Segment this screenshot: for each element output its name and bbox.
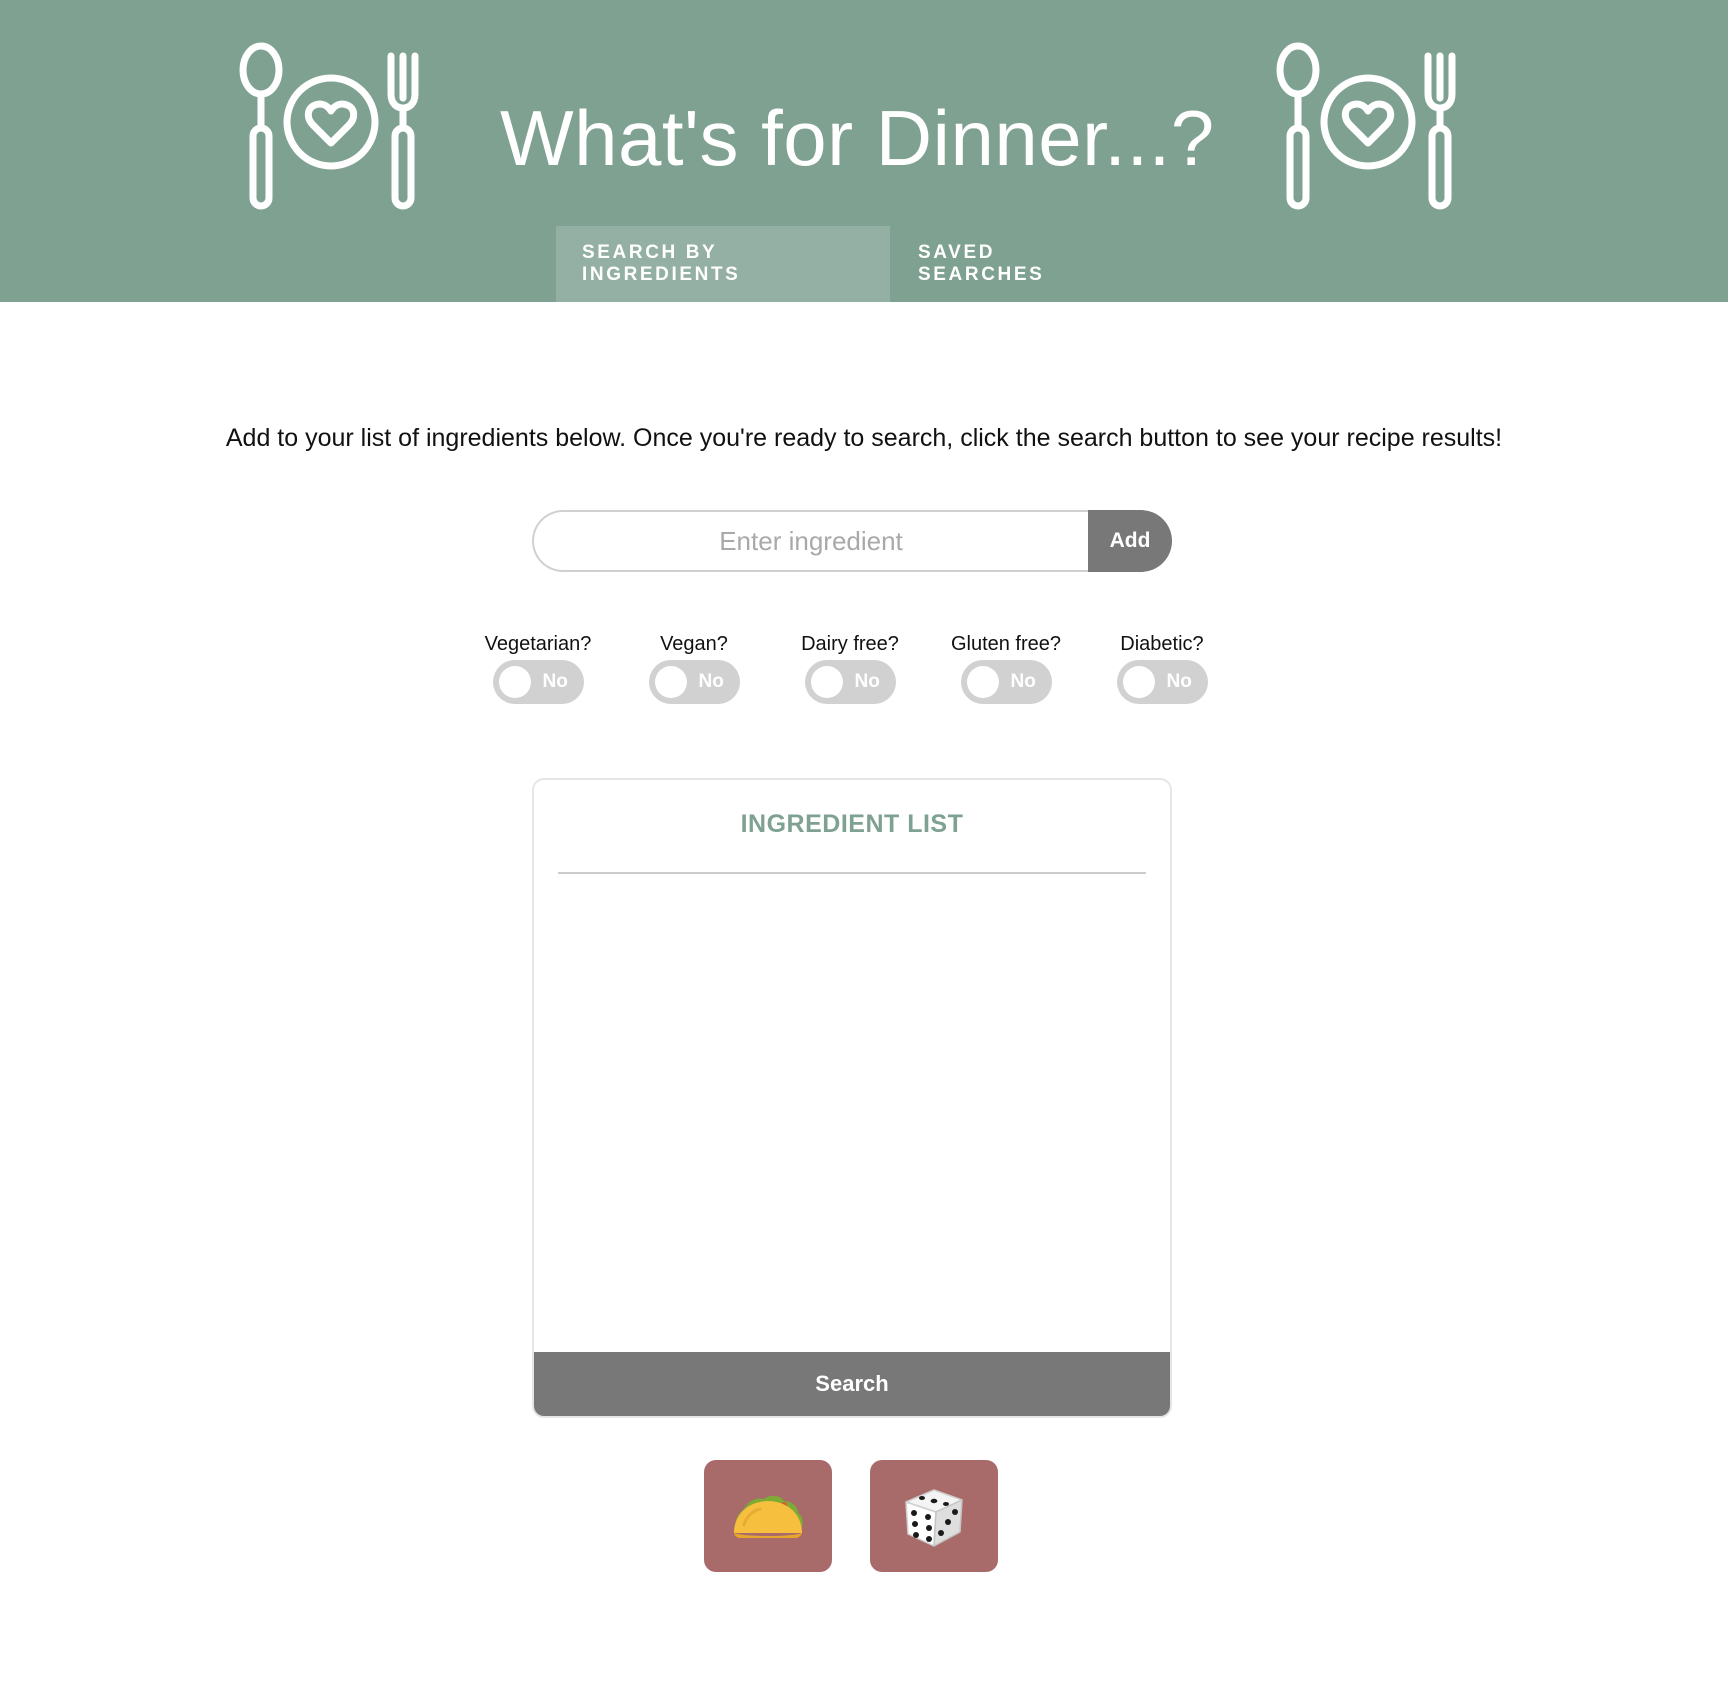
filter-label: Vegan? bbox=[660, 633, 728, 655]
toggle-knob bbox=[654, 666, 687, 698]
toggle-state: No bbox=[1010, 671, 1036, 692]
nav-tabs: SEARCH BY INGREDIENTS SAVED SEARCHES bbox=[556, 226, 1152, 302]
tab-saved-searches[interactable]: SAVED SEARCHES bbox=[890, 226, 1152, 302]
ingredient-input[interactable] bbox=[532, 510, 1088, 572]
spoon-plate-fork-icon bbox=[235, 42, 430, 212]
toggle-knob bbox=[966, 666, 999, 698]
filter-dairy-free: Dairy free? No bbox=[772, 630, 928, 704]
vegetarian-toggle[interactable]: No bbox=[492, 660, 584, 704]
toggle-state: No bbox=[542, 671, 568, 692]
diabetic-toggle[interactable]: No bbox=[1116, 660, 1208, 704]
toggle-state: No bbox=[854, 671, 880, 692]
filter-vegetarian: Vegetarian? No bbox=[460, 630, 616, 704]
ingredient-items bbox=[558, 880, 1146, 1130]
toggle-state: No bbox=[1166, 671, 1192, 692]
taco-icon bbox=[734, 1495, 803, 1538]
ingredient-input-group: Add bbox=[532, 510, 1172, 572]
toggle-knob bbox=[810, 666, 843, 698]
filter-diabetic: Diabetic? No bbox=[1084, 630, 1240, 704]
toggle-knob bbox=[498, 666, 531, 698]
dice-icon bbox=[905, 1489, 963, 1547]
header: What's for Dinner...? SEARCH BY INGREDIE… bbox=[0, 0, 1728, 302]
spoon-plate-fork-icon bbox=[1272, 42, 1467, 212]
tab-label: SEARCH BY INGREDIENTS bbox=[582, 242, 741, 285]
tab-label: SAVED SEARCHES bbox=[918, 242, 1045, 285]
toggle-state: No bbox=[698, 671, 724, 692]
ingredient-list-title: INGREDIENT LIST bbox=[740, 810, 964, 838]
add-button[interactable]: Add bbox=[1088, 510, 1172, 572]
page-title: What's for Dinner...? bbox=[500, 94, 1215, 182]
action-buttons bbox=[704, 1460, 998, 1572]
dietary-filters: Vegetarian? No Vegan? No Dairy free? No … bbox=[450, 630, 1250, 704]
filter-label: Gluten free? bbox=[950, 633, 1062, 655]
intro-text: Add to your list of ingredients below. O… bbox=[225, 424, 1503, 452]
gluten-free-toggle[interactable]: No bbox=[960, 660, 1052, 704]
toggle-knob bbox=[1122, 666, 1155, 698]
filter-label: Vegetarian? bbox=[484, 633, 592, 655]
divider bbox=[558, 872, 1146, 874]
vegan-toggle[interactable]: No bbox=[648, 660, 740, 704]
filter-label: Diabetic? bbox=[1120, 633, 1204, 655]
taco-button[interactable] bbox=[704, 1460, 832, 1572]
filter-gluten-free: Gluten free? No bbox=[928, 630, 1084, 704]
dairy-free-toggle[interactable]: No bbox=[804, 660, 896, 704]
dice-button[interactable] bbox=[870, 1460, 998, 1572]
tab-search-by-ingredients[interactable]: SEARCH BY INGREDIENTS bbox=[556, 226, 890, 302]
filter-label: Dairy free? bbox=[801, 633, 899, 655]
filter-vegan: Vegan? No bbox=[616, 630, 772, 704]
search-button[interactable]: Search bbox=[534, 1352, 1170, 1416]
ingredient-list-card: INGREDIENT LIST Search bbox=[532, 778, 1172, 1418]
